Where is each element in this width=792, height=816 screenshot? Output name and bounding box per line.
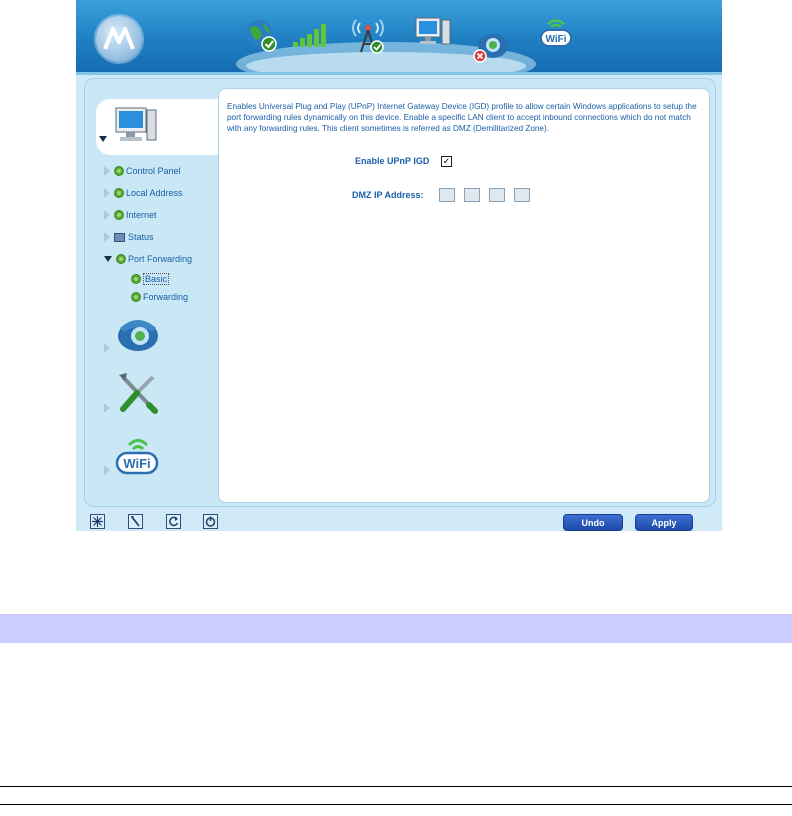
apply-button[interactable]: Apply: [635, 514, 693, 531]
refresh-icon[interactable]: [166, 514, 181, 529]
divider-bottom: [0, 804, 792, 805]
collapsed-arrow-icon: [104, 465, 110, 475]
sidebar-item-label: Port Forwarding: [128, 254, 193, 264]
sidebar-item-control-panel[interactable]: Control Panel: [104, 163, 181, 179]
collapsed-arrow-icon: [104, 166, 110, 176]
svg-text:WiFi: WiFi: [123, 456, 150, 471]
tools-icon[interactable]: [128, 514, 143, 529]
divider-top: [0, 786, 792, 787]
logout-icon[interactable]: [203, 514, 218, 529]
signal-bars-icon[interactable]: [291, 22, 331, 48]
wifi-icon[interactable]: WiFi: [113, 433, 163, 477]
collapsed-arrow-icon: [104, 343, 110, 353]
undo-button[interactable]: Undo: [563, 514, 623, 531]
expanded-arrow-icon: [99, 136, 107, 142]
section-band: [0, 614, 792, 643]
computer-icon[interactable]: [414, 14, 452, 50]
upnp-checkbox[interactable]: ✓: [441, 156, 452, 167]
gear-icon: [114, 210, 124, 220]
gear-icon: [116, 254, 126, 264]
antenna-icon[interactable]: [346, 10, 390, 56]
sidebar-item-internet[interactable]: Internet: [104, 207, 157, 223]
wizard-icon[interactable]: [90, 514, 105, 529]
sidebar-subitem-forwarding[interactable]: Forwarding: [131, 290, 188, 304]
sidebar: Control Panel Local Address Internet Sta…: [85, 79, 226, 506]
gear-icon: [131, 274, 141, 284]
page-description: Enables Universal Plug and Play (UPnP) I…: [227, 102, 697, 133]
expanded-arrow-icon: [104, 256, 112, 262]
top-nav-bar: WiFi: [76, 0, 722, 86]
motorola-logo: [96, 16, 142, 62]
sidebar-item-label: Status: [128, 232, 154, 242]
sidebar-item-label: Local Address: [126, 188, 183, 198]
sidebar-item-status[interactable]: Status: [104, 229, 154, 245]
collapsed-arrow-icon: [104, 403, 110, 413]
collapsed-arrow-icon: [104, 232, 110, 242]
upnp-label: Enable UPnP IGD: [355, 156, 430, 166]
sidebar-item-label: Control Panel: [126, 166, 181, 176]
sidebar-item-label: Internet: [126, 210, 157, 220]
collapsed-arrow-icon: [104, 210, 110, 220]
bottom-toolbar: Undo Apply: [76, 512, 722, 531]
sidebar-subitem-label: Basic: [143, 273, 170, 285]
dmz-ip-octet-4[interactable]: [514, 188, 530, 202]
gear-icon: [114, 188, 124, 198]
gear-icon: [114, 166, 124, 176]
collapsed-arrow-icon: [104, 188, 110, 198]
sidebar-subitem-basic[interactable]: Basic: [131, 272, 170, 286]
sidebar-subitem-label: Forwarding: [143, 292, 189, 302]
dmz-ip-octet-2[interactable]: [464, 188, 480, 202]
sidebar-item-local-address[interactable]: Local Address: [104, 185, 183, 201]
globe-check-icon[interactable]: [244, 18, 278, 52]
status-icon: [114, 232, 125, 242]
wifi-icon[interactable]: WiFi: [538, 14, 574, 50]
phone-status-icon[interactable]: [471, 28, 511, 64]
gear-icon: [131, 292, 141, 302]
telephone-icon[interactable]: [113, 314, 163, 354]
dmz-ip-label: DMZ IP Address:: [352, 190, 424, 200]
router-admin-window: WiFi Control Panel Local Address Interne…: [76, 0, 722, 531]
tools-icon[interactable]: [115, 371, 161, 417]
dmz-ip-octet-3[interactable]: [489, 188, 505, 202]
svg-text:WiFi: WiFi: [545, 34, 566, 45]
category-computer[interactable]: [96, 99, 226, 155]
dmz-ip-octet-1[interactable]: [439, 188, 455, 202]
computer-icon: [110, 105, 158, 149]
sidebar-item-port-forwarding[interactable]: Port Forwarding: [104, 251, 192, 267]
content-panel: Enables Universal Plug and Play (UPnP) I…: [218, 88, 710, 503]
main-panel: Control Panel Local Address Internet Sta…: [84, 78, 716, 507]
